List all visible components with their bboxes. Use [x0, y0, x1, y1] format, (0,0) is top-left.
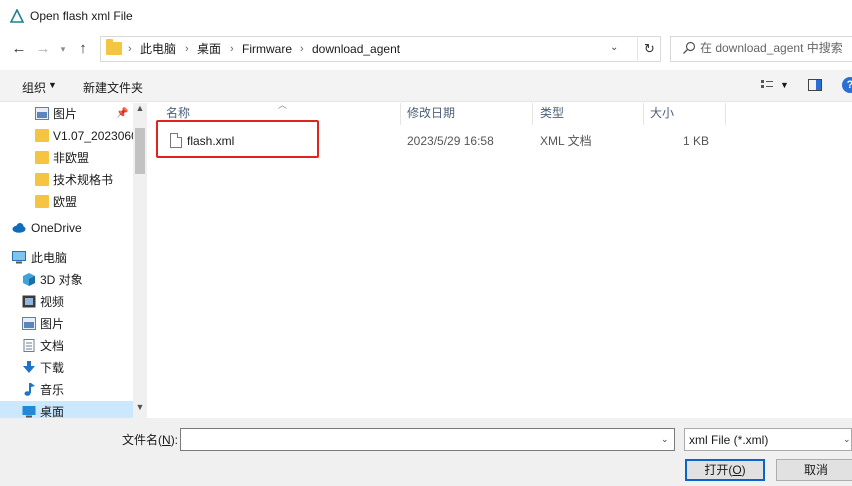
breadcrumb-desktop[interactable]: 桌面 — [197, 42, 221, 56]
3d-objects-icon — [23, 273, 35, 286]
nav-item-label: 文档 — [40, 339, 65, 353]
open-button[interactable]: 打开(O) — [685, 459, 765, 481]
scroll-down-icon[interactable]: ▼ — [133, 402, 147, 416]
view-options-icon[interactable] — [760, 78, 774, 92]
nav-item-3d-objects[interactable]: 3D 对象 — [0, 269, 133, 291]
help-icon[interactable]: ? — [842, 77, 852, 93]
nav-item-pictures[interactable]: 图片 — [0, 313, 133, 335]
nav-item-label: 欧盟 — [53, 195, 78, 209]
nav-item-label: 桌面 — [40, 405, 65, 419]
computer-icon — [12, 251, 26, 264]
up-arrow-icon[interactable]: ↑ — [74, 40, 92, 58]
nav-item-folder-v107[interactable]: V1.07_2023060 — [0, 125, 138, 147]
column-divider[interactable] — [643, 103, 644, 125]
chevron-down-icon[interactable]: ▼ — [48, 80, 57, 90]
file-modified-date: 2023/5/29 16:58 — [407, 134, 494, 148]
chevron-down-icon[interactable]: ⌄ — [843, 434, 851, 445]
chevron-down-icon[interactable]: ⌄ — [661, 434, 669, 445]
file-type-value: xml File (*.xml) — [689, 433, 769, 447]
refresh-icon[interactable]: ↻ — [637, 36, 661, 62]
nav-item-downloads[interactable]: 下载 — [0, 357, 133, 379]
nav-item-onedrive[interactable]: OneDrive — [0, 217, 133, 239]
nav-item-label: 图片 — [40, 317, 65, 331]
breadcrumb-download-agent[interactable]: download_agent — [312, 42, 400, 56]
nav-item-label: OneDrive — [31, 221, 82, 235]
folder-icon — [35, 173, 49, 186]
nav-item-label: V1.07_2023060 — [53, 129, 138, 143]
folder-icon — [35, 151, 49, 164]
nav-item-label: 音乐 — [40, 383, 65, 397]
recent-locations-chevron-icon[interactable]: ▾ — [56, 40, 70, 58]
nav-item-label: 3D 对象 — [40, 273, 83, 287]
pictures-icon — [22, 317, 36, 330]
breadcrumb-firmware[interactable]: Firmware — [242, 42, 292, 56]
nav-item-label: 图片 — [53, 107, 78, 121]
column-divider[interactable] — [725, 103, 726, 125]
breadcrumb-separator-icon: › — [128, 43, 132, 55]
file-size: 1 KB — [683, 134, 710, 148]
pictures-icon — [35, 107, 49, 120]
file-type: XML 文档 — [540, 134, 592, 148]
back-arrow-icon[interactable]: ← — [10, 40, 28, 58]
nav-item-folder-non-eu[interactable]: 非欧盟 — [0, 147, 133, 169]
filename-input[interactable] — [183, 430, 653, 449]
filename-hotkey: N — [162, 433, 171, 447]
scrollbar-thumb[interactable] — [135, 128, 145, 174]
window-title: Open flash xml File — [30, 9, 133, 23]
scroll-up-icon[interactable]: ▲ — [133, 103, 147, 117]
folder-icon — [106, 39, 122, 55]
column-header-type[interactable]: 类型 — [540, 106, 564, 120]
nav-item-music[interactable]: 音乐 — [0, 379, 133, 401]
nav-item-videos[interactable]: 视频 — [0, 291, 133, 313]
search-icon — [683, 41, 696, 54]
breadcrumb-separator-icon: › — [230, 43, 234, 55]
breadcrumb-separator-icon: › — [300, 43, 304, 55]
nav-item-folder-eu[interactable]: 欧盟 — [0, 191, 133, 213]
cancel-button[interactable]: 取消 — [776, 459, 852, 481]
video-icon — [22, 295, 36, 308]
column-header-size[interactable]: 大小 — [650, 106, 674, 120]
nav-item-pictures-quick[interactable]: 图片 📌 — [0, 103, 133, 125]
forward-arrow-icon[interactable]: → — [34, 40, 52, 58]
nav-item-label: 视频 — [40, 295, 65, 309]
open-hotkey: O — [732, 463, 742, 477]
highlight-annotation-box — [156, 120, 319, 158]
search-input[interactable] — [700, 38, 852, 58]
column-divider[interactable] — [532, 103, 533, 125]
breadcrumb-separator-icon: › — [185, 43, 189, 55]
navigation-pane: 图片 📌 V1.07_2023060 非欧盟 技术规格书 欧盟 OneDrive… — [0, 103, 147, 423]
download-icon — [23, 361, 35, 373]
folder-icon — [35, 129, 49, 142]
organize-button[interactable]: 组织 — [22, 79, 46, 96]
new-folder-button[interactable]: 新建文件夹 — [83, 79, 143, 96]
desktop-icon — [22, 406, 36, 418]
nav-item-this-pc[interactable]: 此电脑 — [0, 247, 133, 269]
nav-item-documents[interactable]: 文档 — [0, 335, 133, 357]
music-icon — [24, 383, 35, 396]
column-header-date[interactable]: 修改日期 — [407, 106, 455, 120]
nav-item-label: 此电脑 — [31, 251, 68, 265]
nav-item-label: 下载 — [40, 361, 65, 375]
nav-item-label: 非欧盟 — [53, 151, 90, 165]
chevron-down-icon[interactable]: ▼ — [780, 80, 789, 90]
folder-icon — [35, 195, 49, 208]
documents-icon — [23, 339, 35, 352]
preview-pane-icon[interactable] — [808, 79, 822, 91]
cloud-icon — [12, 223, 26, 233]
column-header-name[interactable]: 名称 — [166, 106, 190, 120]
pin-icon[interactable]: 📌 — [116, 108, 128, 119]
column-divider[interactable] — [400, 103, 401, 125]
app-triangle-icon — [10, 9, 24, 23]
filename-label: 文件名(N): — [122, 433, 179, 447]
nav-item-label: 技术规格书 — [53, 173, 114, 187]
sort-ascending-icon: ︿ — [278, 100, 288, 110]
breadcrumb-this-pc[interactable]: 此电脑 — [140, 42, 176, 56]
nav-item-folder-specs[interactable]: 技术规格书 — [0, 169, 133, 191]
chevron-down-icon[interactable]: ⌄ — [610, 42, 624, 53]
